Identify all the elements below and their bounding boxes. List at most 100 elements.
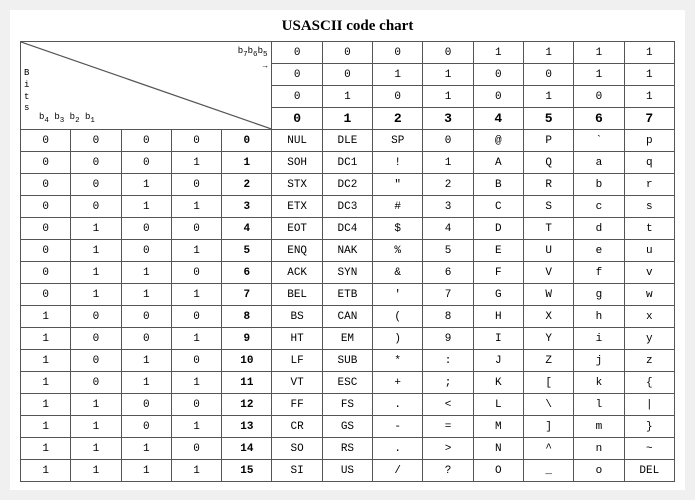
cell-8-7: x [624, 306, 674, 328]
cell-14-6: n [574, 438, 624, 460]
cell-6-4: F [473, 262, 523, 284]
col-b5-7: 1 [624, 86, 674, 108]
cell-6-3: 6 [423, 262, 473, 284]
row-bit-4-2: 0 [121, 218, 171, 240]
row-bit-14-1: 1 [71, 438, 121, 460]
row-bit-0-1: 0 [71, 130, 121, 152]
cell-1-6: a [574, 152, 624, 174]
col-b7-2: 0 [373, 42, 423, 64]
row-bit-6-0: 0 [21, 262, 71, 284]
cell-4-5: T [523, 218, 573, 240]
row-bit-8-1: 0 [71, 306, 121, 328]
cell-11-4: K [473, 372, 523, 394]
cell-9-5: Y [523, 328, 573, 350]
cell-15-4: O [473, 460, 523, 482]
cell-9-6: i [574, 328, 624, 350]
row-num-14: 14 [222, 438, 272, 460]
col-num-1: 1 [322, 108, 372, 130]
row-num-2: 2 [222, 174, 272, 196]
col-b5-0: 0 [272, 86, 322, 108]
cell-15-5: _ [523, 460, 573, 482]
row-bit-7-2: 1 [121, 284, 171, 306]
row-bit-3-1: 0 [71, 196, 121, 218]
col-b6-1: 0 [322, 64, 372, 86]
cell-7-1: ETB [322, 284, 372, 306]
cell-6-5: V [523, 262, 573, 284]
col-b5-1: 1 [322, 86, 372, 108]
cell-13-3: = [423, 416, 473, 438]
cell-8-6: h [574, 306, 624, 328]
col-num-7: 7 [624, 108, 674, 130]
row-bit-11-0: 1 [21, 372, 71, 394]
cell-15-2: / [373, 460, 423, 482]
cell-1-3: 1 [423, 152, 473, 174]
cell-13-4: M [473, 416, 523, 438]
cell-6-2: & [373, 262, 423, 284]
cell-9-2: ) [373, 328, 423, 350]
row-bit-5-0: 0 [21, 240, 71, 262]
cell-7-5: W [523, 284, 573, 306]
cell-3-7: s [624, 196, 674, 218]
row-bit-13-2: 0 [121, 416, 171, 438]
row-bit-8-2: 0 [121, 306, 171, 328]
cell-12-0: FF [272, 394, 322, 416]
cell-10-2: * [373, 350, 423, 372]
cell-11-2: + [373, 372, 423, 394]
row-bit-15-2: 1 [121, 460, 171, 482]
cell-1-2: ! [373, 152, 423, 174]
row-bit-14-3: 0 [171, 438, 221, 460]
row-bit-12-3: 0 [171, 394, 221, 416]
row-num-8: 8 [222, 306, 272, 328]
page-wrapper: USASCII code chart b7b6b5 → Bits b4 b3 b… [10, 10, 685, 490]
row-bit-8-0: 1 [21, 306, 71, 328]
row-bit-12-1: 1 [71, 394, 121, 416]
table-row: 111115SIUS/?O_oDEL [21, 460, 675, 482]
cell-5-6: e [574, 240, 624, 262]
cell-13-2: - [373, 416, 423, 438]
cell-0-0: NUL [272, 130, 322, 152]
row-bit-15-3: 1 [171, 460, 221, 482]
cell-1-0: SOH [272, 152, 322, 174]
row-bit-2-1: 0 [71, 174, 121, 196]
row-bit-13-0: 1 [21, 416, 71, 438]
cell-10-5: Z [523, 350, 573, 372]
row-num-11: 11 [222, 372, 272, 394]
cell-9-0: HT [272, 328, 322, 350]
cell-2-1: DC2 [322, 174, 372, 196]
row-bit-9-1: 0 [71, 328, 121, 350]
cell-4-2: $ [373, 218, 423, 240]
cell-8-2: ( [373, 306, 423, 328]
cell-10-4: J [473, 350, 523, 372]
row-bit-11-2: 1 [121, 372, 171, 394]
cell-15-6: o [574, 460, 624, 482]
cell-2-4: B [473, 174, 523, 196]
col-b5-4: 0 [473, 86, 523, 108]
cell-8-3: 8 [423, 306, 473, 328]
row-bit-2-0: 0 [21, 174, 71, 196]
row-bit-14-2: 1 [121, 438, 171, 460]
table-row: 10008BSCAN(8HXhx [21, 306, 675, 328]
cell-11-1: ESC [322, 372, 372, 394]
row-bit-5-1: 1 [71, 240, 121, 262]
cell-12-2: . [373, 394, 423, 416]
row-bit-4-1: 1 [71, 218, 121, 240]
col-num-0: 0 [272, 108, 322, 130]
row-bit-10-0: 1 [21, 350, 71, 372]
cell-10-6: j [574, 350, 624, 372]
ascii-table: b7b6b5 → Bits b4 b3 b2 b1 00001111001100… [20, 41, 675, 482]
cell-3-2: # [373, 196, 423, 218]
cell-5-4: E [473, 240, 523, 262]
table-row: 01106ACKSYN&6FVfv [21, 262, 675, 284]
cell-2-2: " [373, 174, 423, 196]
cell-3-5: S [523, 196, 573, 218]
row-bit-1-0: 0 [21, 152, 71, 174]
row-bit-10-3: 0 [171, 350, 221, 372]
cell-11-6: k [574, 372, 624, 394]
cell-2-6: b [574, 174, 624, 196]
row-bit-3-2: 1 [121, 196, 171, 218]
row-bit-9-2: 0 [121, 328, 171, 350]
cell-1-1: DC1 [322, 152, 372, 174]
row-num-1: 1 [222, 152, 272, 174]
cell-3-3: 3 [423, 196, 473, 218]
row-bit-13-3: 1 [171, 416, 221, 438]
